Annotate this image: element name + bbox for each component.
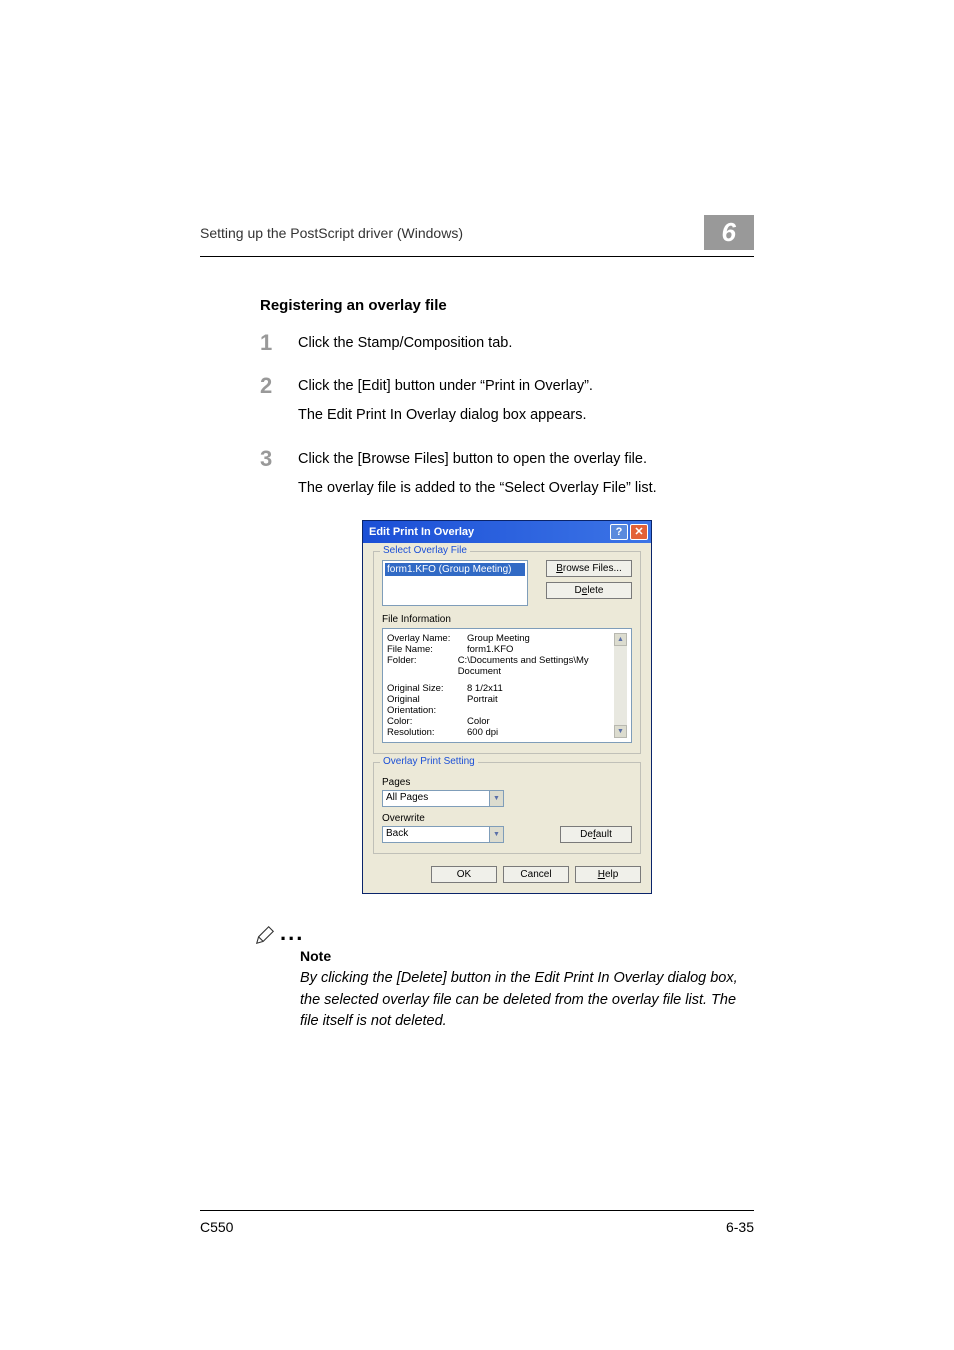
fi-res-l: Resolution:: [387, 727, 467, 738]
overlay-print-setting-group: Overlay Print Setting Pages All Pages ▼ …: [373, 762, 641, 854]
default-button[interactable]: Default: [560, 826, 632, 843]
fi-size: 8 1/2x11: [467, 683, 503, 694]
fi-folder: C:\Documents and Settings\My Document: [458, 655, 614, 677]
step-3-line-1: Click the [Browse Files] button to open …: [298, 448, 657, 471]
help-button[interactable]: Help: [575, 866, 641, 883]
fi-color-l: Color:: [387, 716, 467, 727]
page-header: Setting up the PostScript driver (Window…: [200, 215, 754, 257]
ok-button[interactable]: OK: [431, 866, 497, 883]
fi-color: Color: [467, 716, 490, 727]
footer-left: C550: [200, 1219, 233, 1235]
fi-size-l: Original Size:: [387, 683, 467, 694]
pages-combo[interactable]: All Pages ▼: [382, 790, 504, 807]
dialog-title: Edit Print In Overlay: [369, 526, 474, 538]
group-title: Select Overlay File: [380, 545, 470, 556]
file-information-box: Overlay Name:Group Meeting File Name:for…: [382, 628, 632, 743]
scroll-down-icon[interactable]: ▼: [614, 725, 627, 738]
step-2-line-1: Click the [Edit] button under “Print in …: [298, 375, 593, 398]
step-3: 3 Click the [Browse Files] button to ope…: [260, 448, 754, 506]
step-number: 1: [260, 332, 298, 361]
step-2: 2 Click the [Edit] button under “Print i…: [260, 375, 754, 433]
note-block: ... Note By clicking the [Delete] button…: [260, 922, 754, 1033]
page-footer: C550 6-35: [200, 1210, 754, 1235]
file-information-label: File Information: [382, 614, 632, 625]
delete-button[interactable]: Delete: [546, 582, 632, 599]
step-1: 1 Click the Stamp/Composition tab.: [260, 332, 754, 361]
browse-files-button[interactable]: Browse Files...: [546, 560, 632, 577]
overlay-file-listbox[interactable]: form1.KFO (Group Meeting): [382, 560, 528, 606]
file-info-scrollbar[interactable]: ▲ ▼: [614, 633, 627, 738]
fi-res: 600 dpi: [467, 727, 498, 738]
footer-right: 6-35: [726, 1219, 754, 1235]
step-number: 3: [260, 448, 298, 506]
fi-overlay-name-l: Overlay Name:: [387, 633, 467, 644]
pages-value: All Pages: [382, 790, 489, 807]
group-title: Overlay Print Setting: [380, 756, 478, 767]
dialog-titlebar[interactable]: Edit Print In Overlay ? ✕: [363, 521, 651, 543]
fi-file-name: form1.KFO: [467, 644, 513, 655]
fi-overlay-name: Group Meeting: [467, 633, 530, 644]
titlebar-help-button[interactable]: ?: [610, 524, 628, 540]
pages-label: Pages: [382, 777, 632, 788]
chevron-down-icon[interactable]: ▼: [489, 826, 504, 843]
fi-orient: Portrait: [467, 694, 498, 716]
fi-orient-l: Original Orientation:: [387, 694, 467, 716]
chevron-down-icon[interactable]: ▼: [489, 790, 504, 807]
edit-print-overlay-dialog: Edit Print In Overlay ? ✕ Select Overlay…: [362, 520, 652, 894]
step-1-line-1: Click the Stamp/Composition tab.: [298, 332, 512, 355]
step-2-line-2: The Edit Print In Overlay dialog box app…: [298, 404, 593, 427]
overwrite-label: Overwrite: [382, 813, 632, 824]
note-dots: ...: [280, 922, 304, 946]
pencil-icon: [254, 924, 276, 946]
header-left: Setting up the PostScript driver (Window…: [200, 225, 704, 241]
step-3-line-2: The overlay file is added to the “Select…: [298, 477, 657, 500]
section-title: Registering an overlay file: [260, 297, 754, 314]
note-label: Note: [300, 948, 754, 964]
fi-folder-l: Folder:: [387, 655, 458, 677]
overwrite-value: Back: [382, 826, 489, 843]
step-number: 2: [260, 375, 298, 433]
chapter-number: 6: [704, 215, 754, 250]
overlay-file-selected[interactable]: form1.KFO (Group Meeting): [385, 563, 525, 576]
scroll-up-icon[interactable]: ▲: [614, 633, 627, 646]
titlebar-close-button[interactable]: ✕: [630, 524, 648, 540]
select-overlay-file-group: Select Overlay File form1.KFO (Group Mee…: [373, 551, 641, 754]
note-text: By clicking the [Delete] button in the E…: [300, 968, 754, 1033]
cancel-button[interactable]: Cancel: [503, 866, 569, 883]
overwrite-combo[interactable]: Back ▼: [382, 826, 504, 843]
fi-file-name-l: File Name:: [387, 644, 467, 655]
